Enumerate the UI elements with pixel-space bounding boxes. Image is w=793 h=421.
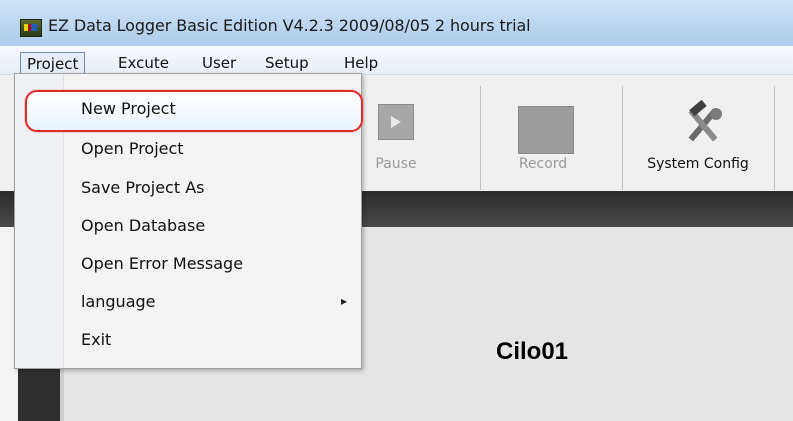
menu-excute[interactable]: Excute xyxy=(112,52,175,74)
content-title: Cilo01 xyxy=(496,338,569,365)
record-icon xyxy=(518,106,574,154)
pause-label: Pause xyxy=(375,156,417,172)
menu-item-label: Open Error Message xyxy=(81,254,244,273)
pause-icon xyxy=(378,104,414,140)
toolbar-separator xyxy=(774,86,775,190)
window-title: EZ Data Logger Basic Edition V4.2.3 2009… xyxy=(48,16,531,35)
menu-item-label: Save Project As xyxy=(81,178,205,197)
tools-icon xyxy=(688,100,722,142)
menu-item-new-project[interactable]: New Project xyxy=(15,91,361,127)
menu-item-label: Open Project xyxy=(81,139,184,158)
system-config-button[interactable]: System Config xyxy=(628,86,768,190)
app-icon xyxy=(20,19,42,37)
menu-user[interactable]: User xyxy=(196,52,242,74)
menu-item-exit[interactable]: Exit xyxy=(15,322,361,358)
pause-button[interactable]: Pause xyxy=(360,86,470,190)
system-config-label: System Config xyxy=(647,156,749,172)
menu-setup[interactable]: Setup xyxy=(259,52,315,74)
play-triangle-icon xyxy=(391,116,401,128)
menu-help[interactable]: Help xyxy=(338,52,384,74)
menu-item-save-project-as[interactable]: Save Project As xyxy=(15,170,361,206)
menu-item-language[interactable]: language ▸ xyxy=(15,284,361,320)
menu-item-open-database[interactable]: Open Database xyxy=(15,208,361,244)
record-label: Record xyxy=(518,156,568,172)
menu-item-label: Open Database xyxy=(81,216,206,235)
menu-item-open-error-message[interactable]: Open Error Message xyxy=(15,246,361,282)
menu-item-label: Exit xyxy=(81,330,112,349)
chevron-right-icon: ▸ xyxy=(340,294,347,308)
menu-item-open-project[interactable]: Open Project xyxy=(15,131,361,167)
toolbar-separator xyxy=(480,86,481,190)
menu-item-label: language xyxy=(81,292,156,311)
menu-item-label: New Project xyxy=(81,99,176,118)
toolbar-separator xyxy=(622,86,623,190)
project-dropdown-menu: New Project Open Project Save Project As… xyxy=(14,73,363,369)
record-button[interactable]: Record xyxy=(488,86,598,190)
